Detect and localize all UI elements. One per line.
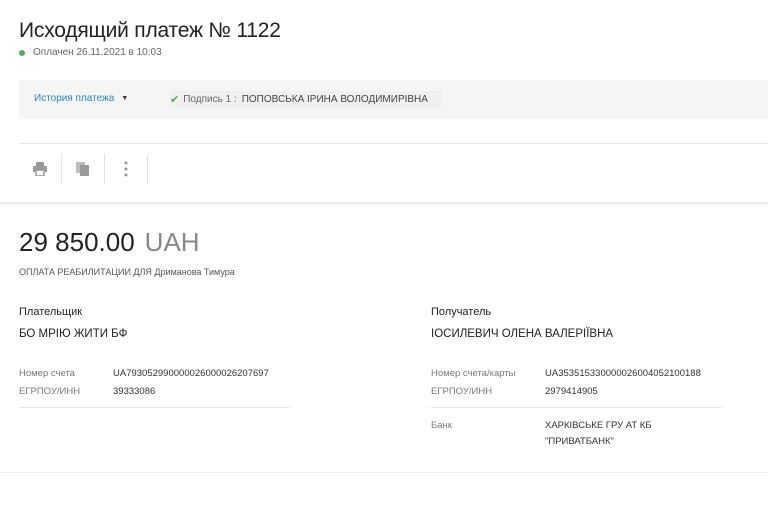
bottom-divider: [0, 472, 768, 473]
payer-account: UA793052990000026000026207697: [113, 368, 269, 379]
amount-currency: UAH: [144, 227, 200, 257]
toolbar-separator: [147, 154, 148, 184]
payer-name: БО МРІЮ ЖИТИ БФ: [19, 328, 128, 340]
payer-account-label: Номер счета: [19, 368, 75, 379]
recipient-bank-label: Банк: [431, 420, 452, 431]
copy-icon: [76, 162, 89, 176]
payer-edrpou: 39333086: [113, 386, 156, 397]
divider: [19, 143, 768, 144]
history-link-label: История платежа: [34, 93, 115, 104]
signature-label: Подпись 1 :: [183, 94, 237, 105]
payment-status: Оплачен 26.11.2021 в 10:03: [19, 47, 162, 58]
payment-purpose: ОПЛАТА РЕАБИЛИТАЦИИ ДЛЯ Дриманова Тимура: [19, 267, 235, 277]
signature-name: ПОПОВСЬКА ІРИНА ВОЛОДИМИРІВНА: [241, 94, 428, 105]
recipient-divider: [431, 407, 722, 408]
payer-edrpou-label: ЕГРПОУ/ИНН: [19, 386, 81, 397]
header-area: Исходящий платеж № 1122 Оплачен 26.11.20…: [0, 0, 768, 204]
more-button[interactable]: [105, 152, 147, 186]
caret-down-icon: ▼: [121, 95, 129, 102]
signature-chip: ✔ Подпись 1 : ПОПОВСЬКА ІРИНА ВОЛОДИМИРІ…: [170, 91, 442, 108]
recipient-edrpou: 2979414905: [545, 386, 598, 397]
payer-heading: Плательщик: [19, 306, 83, 318]
recipient-bank-line1: ХАРКІВСЬКЕ ГРУ АТ КБ: [545, 420, 652, 431]
toolbar: [19, 152, 148, 186]
print-button[interactable]: [19, 152, 61, 186]
status-dot-icon: [19, 49, 25, 56]
recipient-account-label: Номер счета/карты: [431, 368, 516, 379]
amount-value: 29 850.00: [19, 227, 135, 257]
history-bar: История платежа ▼ ✔ Подпись 1 : ПОПОВСЬК…: [19, 80, 768, 119]
history-dropdown[interactable]: История платежа ▼: [34, 93, 128, 104]
payment-amount: 29 850.00 UAH: [19, 227, 200, 258]
status-text: Оплачен 26.11.2021 в 10:03: [33, 47, 162, 58]
recipient-name: ІОСИЛЕВИЧ ОЛЕНА ВАЛЕРІЇВНА: [431, 328, 614, 340]
recipient-account: UA353515330000026004052100188: [545, 368, 701, 379]
copy-button[interactable]: [62, 152, 104, 186]
print-icon: [33, 162, 47, 176]
recipient-edrpou-label: ЕГРПОУ/ИНН: [431, 386, 493, 397]
payer-divider: [19, 407, 290, 408]
recipient-heading: Получатель: [431, 306, 492, 318]
page-title: Исходящий платеж № 1122: [19, 19, 281, 42]
check-icon: ✔: [170, 94, 180, 106]
more-icon: [124, 161, 128, 177]
recipient-bank-line2: "ПРИВАТБАНК": [545, 436, 614, 447]
section-divider: [0, 202, 768, 206]
